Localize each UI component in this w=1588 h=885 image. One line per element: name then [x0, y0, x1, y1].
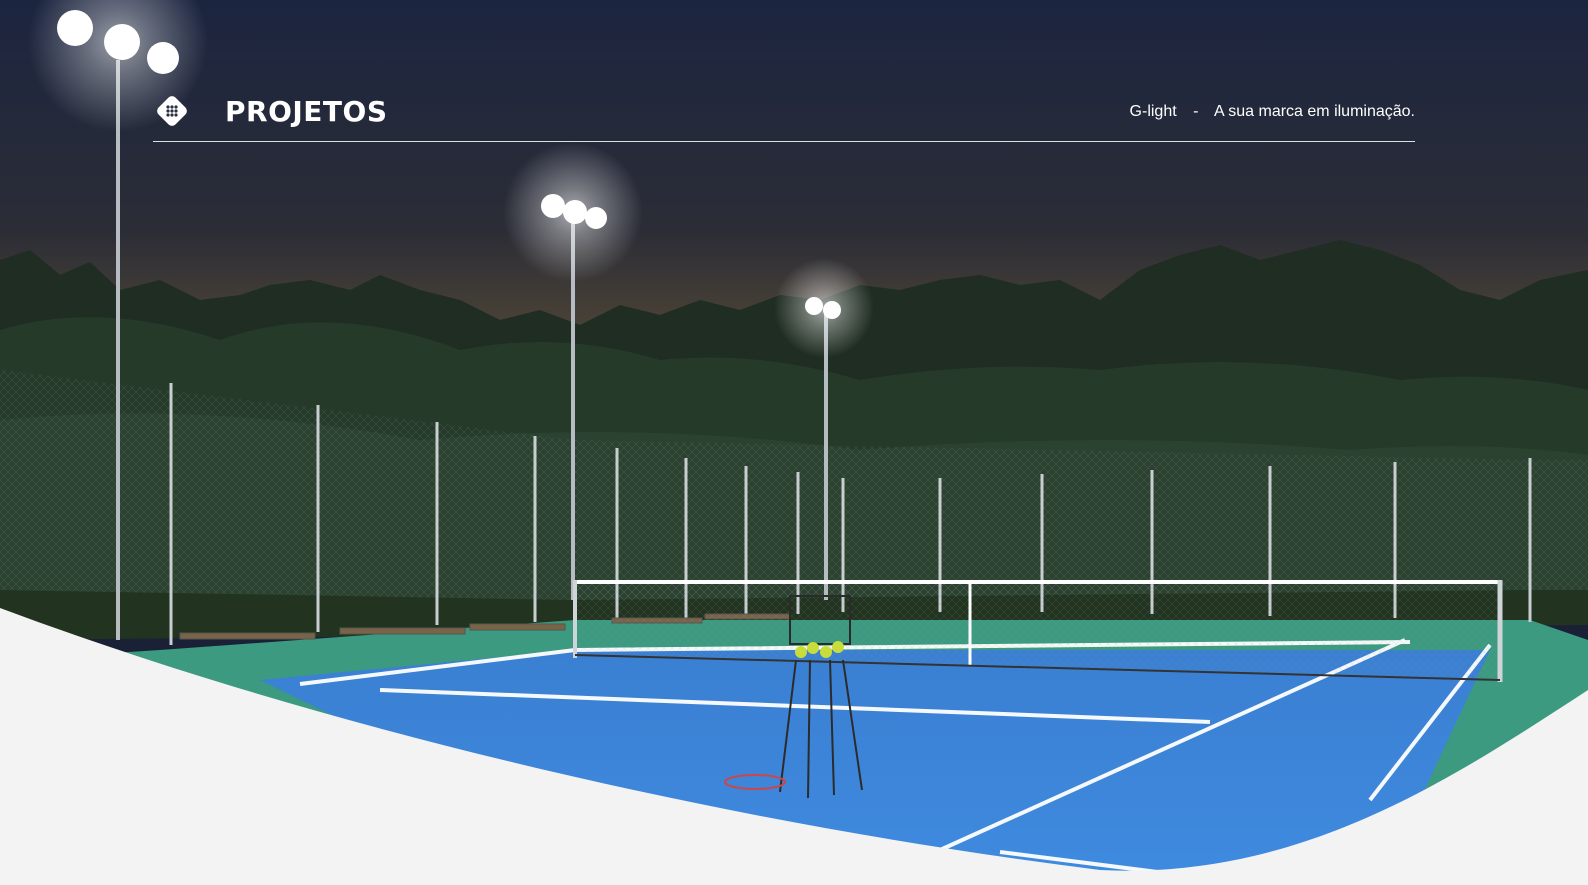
page-header: PROJETOS G-light - A sua marca em ilumin… — [153, 88, 1415, 142]
brand-slogan: A sua marca em iluminação. — [1214, 103, 1415, 120]
diamond-dots-icon — [153, 92, 191, 130]
brand-name: G-light — [1129, 103, 1177, 120]
page-title: PROJETOS — [225, 95, 388, 128]
brand-tagline: G-light - A sua marca em iluminação. — [1130, 103, 1415, 121]
tagline-separator: - — [1193, 103, 1199, 120]
